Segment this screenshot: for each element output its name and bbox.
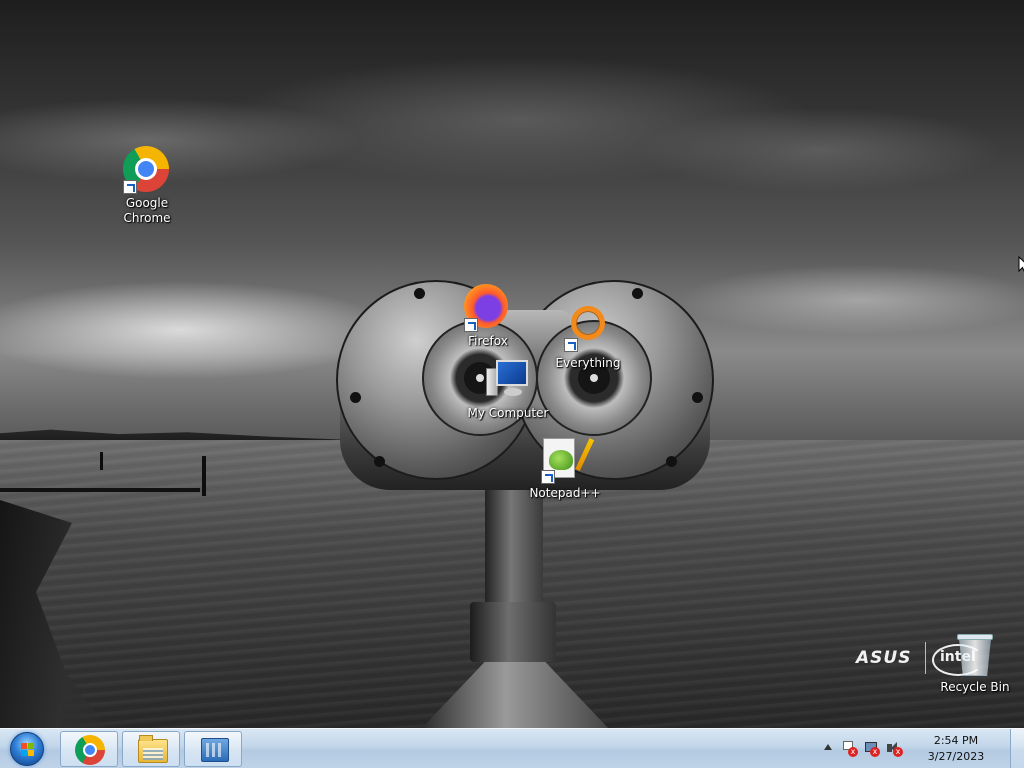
show-hidden-icons-button[interactable]: [824, 744, 832, 750]
chrome-icon: [75, 735, 105, 765]
desktop-icon-label: My Computer: [467, 406, 549, 420]
taskbar: x x x 2:54 PM 3/27/2023: [0, 728, 1024, 768]
clock-date: 3/27/2023: [927, 750, 985, 763]
desktop-icon-label: Google Chrome: [123, 196, 171, 225]
folder-icon: [138, 735, 168, 763]
desktop-icon-recycle-bin[interactable]: Recycle Bin: [930, 630, 1020, 695]
wallpaper-post: [100, 452, 103, 470]
action-center-icon[interactable]: x: [842, 741, 858, 757]
brand-separator: [925, 642, 926, 674]
desktop-icon-label: Notepad++: [529, 486, 601, 500]
desktop-icon-my-computer[interactable]: My Computer: [463, 358, 553, 421]
start-button[interactable]: [4, 730, 50, 768]
taskbar-button-explorer[interactable]: [122, 731, 180, 767]
desktop-icon-notepad-plus-plus[interactable]: Notepad++: [520, 436, 610, 501]
shortcut-arrow-icon: [464, 318, 478, 332]
desktop-icon-label: Everything: [555, 356, 621, 370]
computer-icon: [484, 358, 530, 404]
shortcut-arrow-icon: [564, 338, 578, 352]
desktop-icon-everything[interactable]: Everything: [543, 300, 633, 371]
system-tray: x x x 2:54 PM 3/27/2023: [820, 729, 1000, 768]
windows-logo-icon: [10, 732, 44, 766]
network-icon[interactable]: x: [864, 741, 880, 757]
recycle-bin-icon: [955, 630, 995, 676]
taskbar-button-control-panel[interactable]: [184, 731, 242, 767]
clock-time: 2:54 PM: [933, 734, 979, 747]
volume-muted-icon[interactable]: x: [886, 741, 903, 757]
control-panel-icon: [201, 738, 229, 762]
show-desktop-button[interactable]: [1010, 729, 1024, 768]
everything-icon: [571, 306, 605, 340]
asus-logo: ASUS: [856, 648, 912, 668]
wallpaper-post: [202, 456, 206, 496]
desktop-icon-label: Recycle Bin: [940, 680, 1010, 694]
taskbar-button-chrome[interactable]: [60, 731, 118, 767]
desktop-icon-google-chrome[interactable]: Google Chrome: [102, 146, 192, 226]
taskbar-clock[interactable]: 2:54 PM 3/27/2023: [916, 733, 996, 765]
desktop-icon-label: Firefox: [468, 334, 508, 348]
shortcut-arrow-icon: [123, 180, 137, 194]
shortcut-arrow-icon: [541, 470, 555, 484]
wallpaper-groyne: [0, 488, 200, 492]
desktop-icon-firefox[interactable]: Firefox: [443, 284, 533, 349]
